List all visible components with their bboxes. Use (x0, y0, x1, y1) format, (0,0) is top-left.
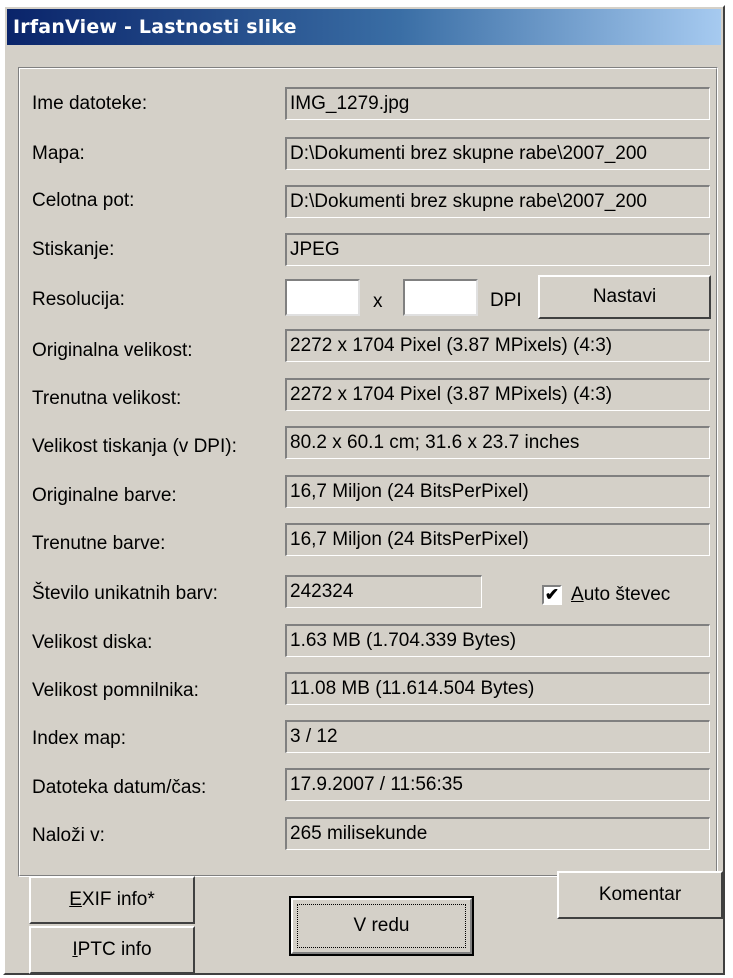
ok-label: V redu (353, 915, 410, 936)
comment-button[interactable]: Komentar (557, 871, 723, 919)
exif-label: XIF info* (81, 889, 155, 910)
exif-info-button[interactable]: EXIF info* (29, 876, 195, 924)
memory-size-field[interactable]: 11.08 MB (11.614.504 Bytes) (285, 672, 710, 705)
set-resolution-label: Nastavi (592, 286, 657, 307)
dpi-x-input[interactable] (285, 279, 360, 316)
auto-counter-label[interactable]: Auto števec (571, 584, 670, 606)
label-print-size: Velikost tiskanja (v DPI): (32, 436, 237, 457)
file-datetime-field[interactable]: 17.9.2007 / 11:56:35 (285, 768, 710, 801)
label-original-size: Originalna velikost: (32, 340, 193, 361)
load-time-field[interactable]: 265 milisekunde (285, 817, 710, 850)
comment-label: Komentar (598, 884, 682, 905)
label-load-time: Naloži v: (32, 825, 105, 846)
exif-accel: E (69, 889, 82, 910)
full-path-field[interactable]: D:\Dokumenti brez skupne rabe\2007_200 (285, 185, 710, 218)
label-file-datetime: Datoteka datum/čas: (32, 777, 207, 798)
auto-counter-checkbox[interactable]: ✔ (542, 585, 562, 605)
title-bar: IrfanView - Lastnosti slike (7, 9, 721, 45)
label-memory-size: Velikost pomnilnika: (32, 680, 199, 701)
iptc-label: PTC info (77, 939, 152, 960)
label-compression: Stiskanje: (32, 239, 115, 260)
print-size-field[interactable]: 80.2 x 60.1 cm; 31.6 x 23.7 inches (285, 426, 710, 459)
dpi-separator: x (373, 291, 383, 312)
properties-dialog: IrfanView - Lastnosti slike Ime datoteke… (3, 5, 725, 975)
current-colors-field[interactable]: 16,7 Miljon (24 BitsPerPixel) (285, 523, 710, 556)
label-folder: Mapa: (32, 143, 85, 164)
label-file-name: Ime datoteke: (32, 93, 148, 114)
index-map-field[interactable]: 3 / 12 (285, 720, 710, 753)
label-full-path: Celotna pot: (32, 190, 135, 211)
dpi-unit-label: DPI (490, 290, 522, 311)
dpi-y-input[interactable] (403, 279, 478, 316)
ok-button[interactable]: V redu (289, 896, 474, 956)
auto-counter-text: uto števec (583, 584, 671, 605)
set-resolution-button[interactable]: Nastavi (538, 275, 711, 319)
label-current-size: Trenutna velikost: (32, 388, 182, 409)
disk-size-field[interactable]: 1.63 MB (1.704.339 Bytes) (285, 624, 710, 657)
label-original-colors: Originalne barve: (32, 485, 177, 506)
unique-colors-field[interactable]: 242324 (285, 575, 482, 608)
file-name-field[interactable]: IMG_1279.jpg (285, 87, 710, 120)
folder-field[interactable]: D:\Dokumenti brez skupne rabe\2007_200 (285, 137, 710, 170)
label-unique-colors: Število unikatnih barv: (32, 583, 218, 604)
auto-counter-accel: A (571, 584, 584, 605)
compression-field[interactable]: JPEG (285, 233, 710, 266)
label-resolution: Resolucija: (32, 289, 125, 310)
label-index-map: Index map: (32, 728, 126, 749)
original-size-field[interactable]: 2272 x 1704 Pixel (3.87 MPixels) (4:3) (285, 329, 710, 362)
label-disk-size: Velikost diska: (32, 632, 153, 653)
original-colors-field[interactable]: 16,7 Miljon (24 BitsPerPixel) (285, 475, 710, 508)
iptc-info-button[interactable]: IPTC info (29, 926, 195, 974)
label-current-colors: Trenutne barve: (32, 533, 166, 554)
current-size-field[interactable]: 2272 x 1704 Pixel (3.87 MPixels) (4:3) (285, 378, 710, 411)
